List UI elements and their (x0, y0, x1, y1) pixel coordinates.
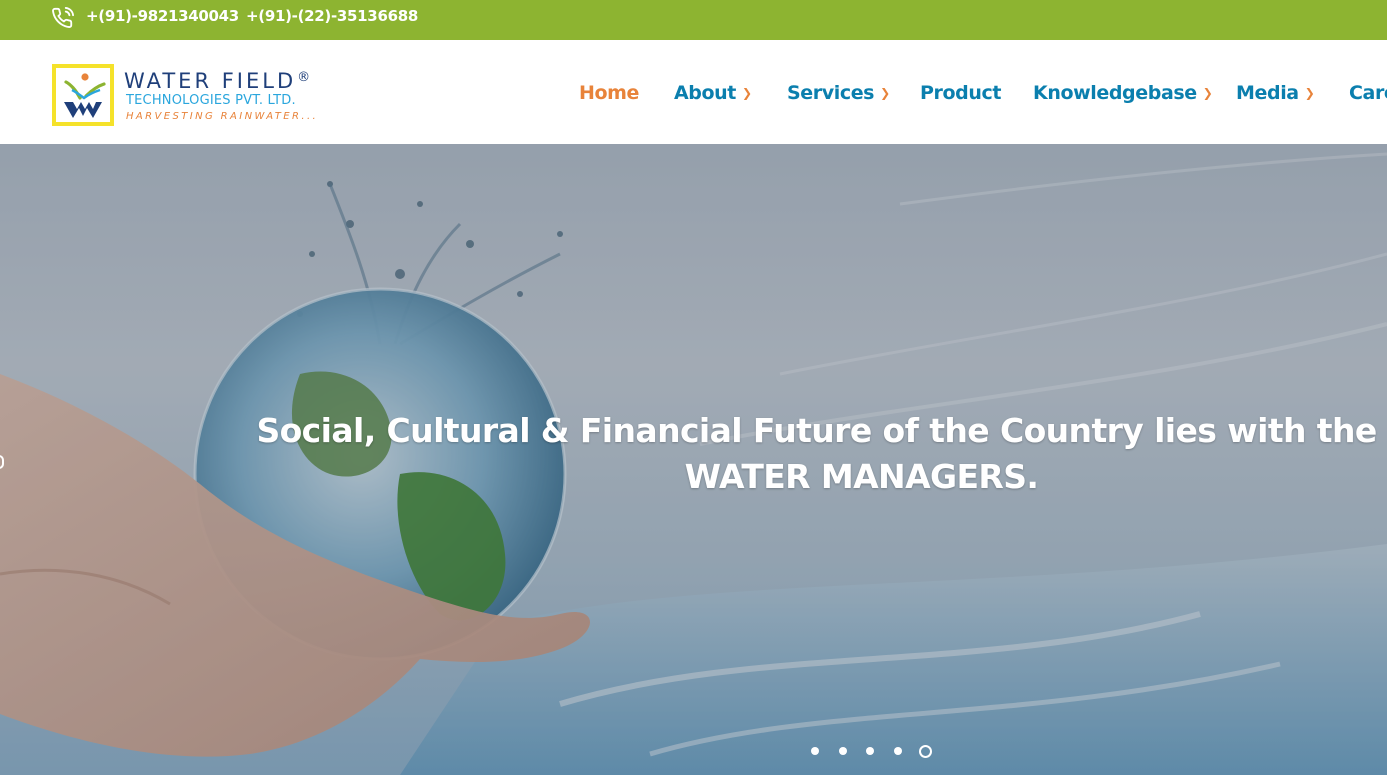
nav-item-media[interactable]: Media ❯ (1236, 81, 1315, 105)
nav-item-careers[interactable]: Care (1349, 81, 1387, 105)
logo-emblem-icon (64, 73, 106, 118)
nav-item-about[interactable]: About ❯ (674, 81, 752, 105)
phone-link-primary[interactable]: +(91)-9821340043 (86, 6, 239, 26)
slider-dot-1[interactable] (811, 747, 819, 755)
nav-label: Care (1349, 82, 1387, 104)
nav-label: Product (920, 82, 1002, 104)
nav-label: Services (787, 82, 875, 104)
brand-name: WATER FIELD® (124, 66, 310, 93)
brand-subtitle: TECHNOLOGIES PVT. LTD. (126, 93, 296, 108)
slider-dot-5-active[interactable] (919, 745, 932, 758)
contact-bar: +(91)-9821340043 +(91)-(22)-35136688 (0, 0, 1387, 40)
nav-label: Knowledgebase (1033, 82, 1197, 104)
logo[interactable] (52, 64, 114, 126)
nav-item-product[interactable]: Product (920, 81, 1001, 105)
hero-slider[interactable]: Social, Cultural & Financial Future of t… (0, 144, 1387, 775)
slider-dot-3[interactable] (866, 747, 874, 755)
chevron-down-icon: ❯ (1304, 86, 1315, 100)
phone-call-icon (52, 7, 74, 29)
nav-item-home[interactable]: Home (579, 81, 639, 105)
nav-label: Media (1236, 82, 1299, 104)
slider-dot-2[interactable] (839, 747, 847, 755)
chevron-down-icon: ❯ (741, 86, 752, 100)
nav-label: Home (579, 82, 640, 104)
slider-dot-4[interactable] (894, 747, 902, 755)
hero-headline-line1: Social, Cultural & Financial Future of t… (256, 411, 1387, 450)
nav-label: About (674, 82, 736, 104)
chevron-down-icon: ❯ (1202, 86, 1213, 100)
chevron-down-icon: ❯ (880, 86, 890, 100)
brand-name-text: WATER FIELD (124, 69, 297, 93)
nav-item-knowledgebase[interactable]: Knowledgebase ❯ (1033, 81, 1213, 105)
nav-item-services[interactable]: Services ❯ (787, 81, 890, 105)
registered-mark: ® (297, 70, 311, 85)
hero-headline-line2: WATER MANAGERS. (684, 457, 1039, 496)
site-header: WATER FIELD® TECHNOLOGIES PVT. LTD. HARV… (0, 40, 1387, 144)
hero-headline: Social, Cultural & Financial Future of t… (0, 408, 1387, 500)
phone-link-secondary[interactable]: +(91)-(22)-35136688 (246, 6, 418, 26)
brand-tagline: HARVESTING RAINWATER... (126, 111, 319, 122)
